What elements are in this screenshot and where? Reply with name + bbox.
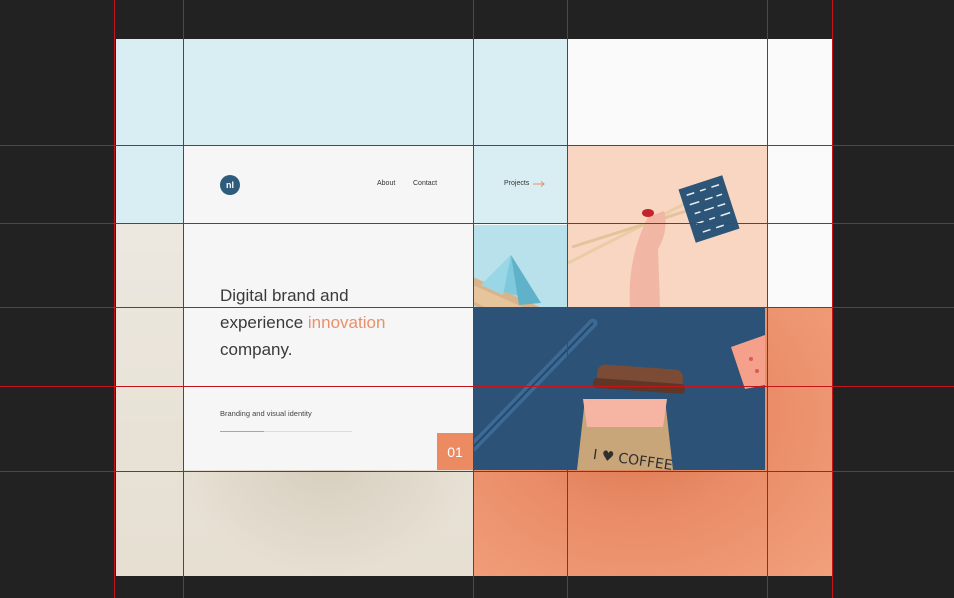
headline-accent-word: innovation: [307, 313, 386, 332]
brand-logo[interactable]: nl: [220, 175, 240, 195]
slide-progress-bar: [220, 431, 352, 432]
slide-progress-fill: [220, 431, 264, 432]
guide-line-horizontal: [0, 223, 954, 224]
headline-line-2-prefix: experience: [220, 313, 308, 332]
slide-number-badge: 01: [437, 433, 473, 470]
hero-headline: Digital brand and experience innovation …: [220, 282, 450, 363]
headline-line-2: experience innovation: [220, 309, 450, 336]
guide-line-vertical: [473, 0, 474, 598]
background-shadow: [176, 459, 476, 576]
projects-link[interactable]: Projects: [504, 180, 546, 187]
guide-line-horizontal: [0, 145, 954, 146]
projects-link-label: Projects: [504, 180, 530, 187]
nav-contact-link[interactable]: Contact: [413, 180, 437, 187]
guide-line-horizontal: [0, 386, 954, 387]
guide-line-vertical: [567, 0, 568, 598]
headline-line-1: Digital brand and: [220, 286, 349, 305]
guide-line-horizontal: [0, 307, 954, 308]
guide-line-vertical: [767, 0, 768, 598]
hero-subtitle: Branding and visual identity: [220, 409, 312, 418]
nav-about-link[interactable]: About: [377, 180, 395, 187]
guide-line-horizontal: [0, 471, 954, 472]
chopsticks-photo: [568, 145, 767, 307]
guide-line-vertical: [832, 0, 833, 598]
headline-line-3: company.: [220, 340, 293, 359]
coffee-cup-photo: I ♥ COFFEE: [473, 307, 765, 470]
guide-line-vertical: [183, 0, 184, 598]
guide-line-vertical: [114, 0, 115, 598]
arrow-right-icon: [533, 180, 546, 187]
